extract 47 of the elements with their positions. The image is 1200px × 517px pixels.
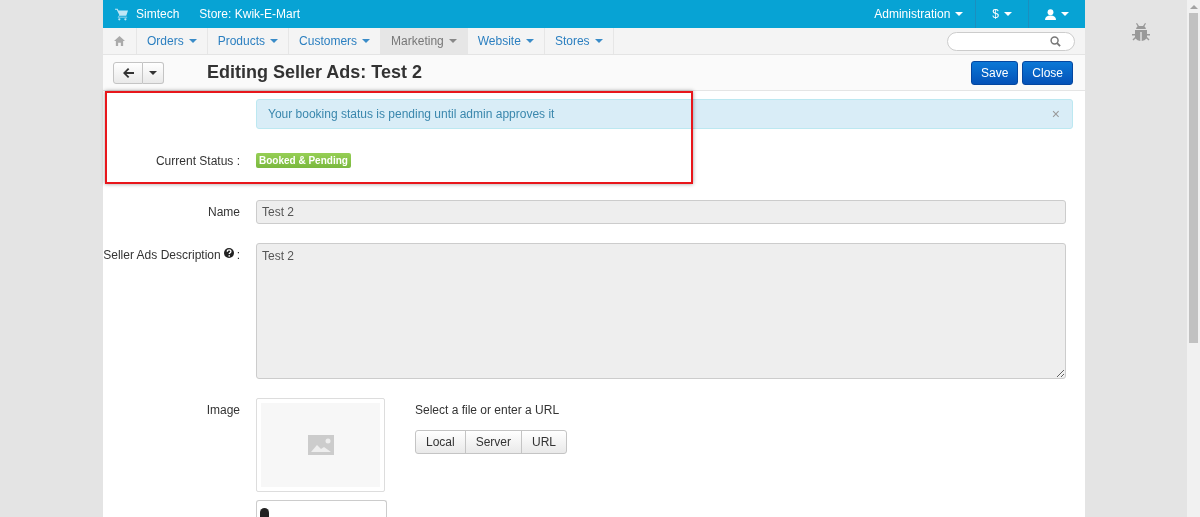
nav-tab[interactable]: Marketing bbox=[381, 28, 468, 55]
nav-tab[interactable]: Products bbox=[207, 28, 290, 55]
caret-icon bbox=[1061, 12, 1069, 17]
search-field[interactable] bbox=[947, 31, 1075, 51]
arrow-left-icon bbox=[122, 67, 134, 78]
upload-source-button[interactable]: Local bbox=[415, 430, 466, 454]
home-icon bbox=[114, 36, 125, 47]
text-area: Test 2 bbox=[256, 243, 1066, 379]
scrollbar[interactable] bbox=[1187, 0, 1200, 517]
caret-icon bbox=[1004, 12, 1012, 17]
store-link[interactable]: Store: Kwik-E-Mart bbox=[189, 0, 311, 29]
caret-icon bbox=[362, 39, 371, 44]
upload-source-button[interactable]: Server bbox=[464, 430, 523, 454]
search-icon bbox=[1050, 35, 1061, 47]
field-label: Current Status : bbox=[154, 153, 241, 168]
cart-icon bbox=[115, 7, 128, 21]
status-badge: Booked & Pending bbox=[256, 153, 351, 168]
dropdown-button[interactable] bbox=[143, 61, 164, 84]
save-button[interactable]: Save bbox=[970, 60, 1019, 85]
image-icon bbox=[307, 435, 334, 455]
caret-icon bbox=[448, 39, 457, 44]
close-button[interactable]: Close bbox=[1022, 60, 1073, 85]
nav-tab[interactable]: Stores bbox=[544, 28, 614, 55]
nav-tab[interactable]: Orders bbox=[137, 28, 208, 55]
caret-icon bbox=[149, 70, 157, 75]
caret-icon bbox=[188, 39, 197, 44]
colon-text: : bbox=[236, 248, 240, 262]
upload-hint: Select a file or enter a URL bbox=[415, 403, 561, 417]
caret-icon bbox=[594, 39, 603, 44]
nav-tab[interactable]: Website bbox=[467, 28, 545, 55]
caret-icon bbox=[270, 39, 279, 44]
upload-source-button[interactable]: URL bbox=[521, 430, 568, 454]
user-icon bbox=[1045, 8, 1056, 20]
brand-link[interactable]: Simtech bbox=[103, 0, 190, 29]
administration-menu[interactable]: Administration bbox=[862, 0, 976, 29]
field-label: Seller Ads Description bbox=[103, 248, 221, 262]
alert-message: Your booking status is pending until admin approves it bbox=[268, 107, 555, 121]
caret-icon bbox=[955, 12, 964, 17]
close-button[interactable]: × bbox=[1051, 106, 1060, 122]
alt-text-field[interactable] bbox=[256, 500, 387, 517]
bug-icon[interactable] bbox=[1129, 20, 1153, 44]
field-label: Image bbox=[205, 402, 241, 419]
text-field: Test 2 bbox=[256, 200, 1066, 224]
back-button[interactable] bbox=[113, 61, 143, 84]
page-title: Editing Seller Ads: Test 2 bbox=[207, 62, 424, 84]
caret-icon bbox=[525, 39, 534, 44]
field-label: Name bbox=[207, 204, 241, 221]
